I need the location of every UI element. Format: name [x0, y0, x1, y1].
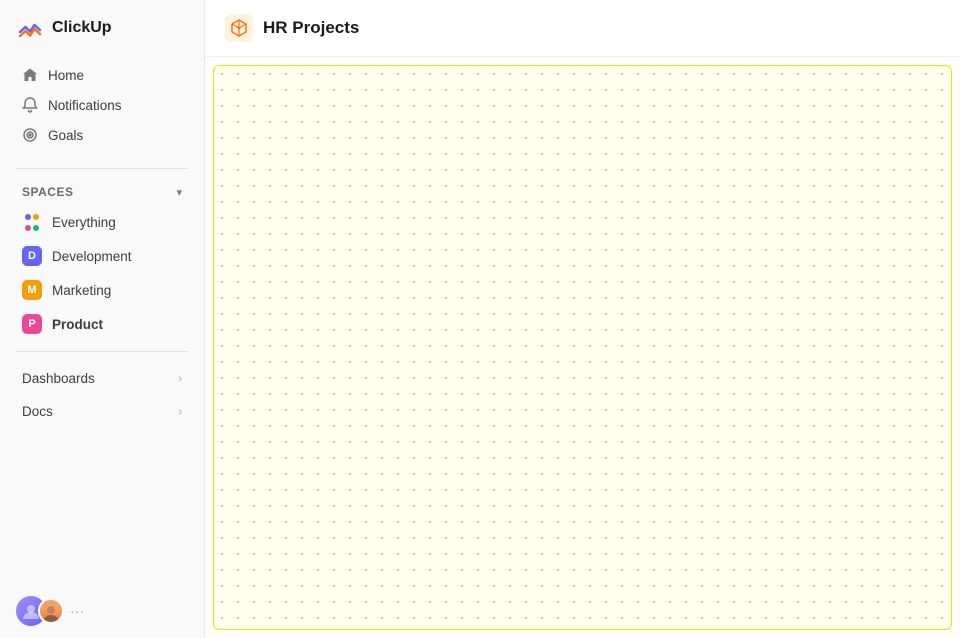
- docs-label: Docs: [22, 404, 53, 419]
- everything-label: Everything: [52, 215, 116, 230]
- logo-text: ClickUp: [52, 19, 112, 37]
- footer-menu-dots: ···: [70, 603, 84, 619]
- hr-projects-icon: [225, 14, 253, 42]
- spaces-label: Spaces: [22, 185, 73, 199]
- sidebar-item-marketing[interactable]: M Marketing: [6, 273, 198, 307]
- sidebar-item-docs[interactable]: Docs ›: [6, 395, 198, 428]
- sidebar-item-development[interactable]: D Development: [6, 239, 198, 273]
- home-icon: [22, 67, 38, 83]
- goals-label: Goals: [48, 128, 83, 143]
- sidebar-navigation: Home Notifications Goals: [0, 52, 204, 158]
- sidebar-item-product[interactable]: P Product: [6, 307, 198, 341]
- sidebar: ClickUp Home Notifications Goals: [0, 0, 205, 638]
- avatar-face: [40, 600, 62, 622]
- divider-2: [16, 351, 188, 352]
- product-badge: P: [22, 314, 42, 334]
- sidebar-logo[interactable]: ClickUp: [0, 0, 204, 52]
- dashboards-label: Dashboards: [22, 371, 95, 386]
- sidebar-item-home[interactable]: Home: [6, 60, 198, 90]
- spaces-chevron-icon: ▾: [176, 186, 182, 199]
- notifications-label: Notifications: [48, 98, 122, 113]
- sidebar-item-notifications[interactable]: Notifications: [6, 90, 198, 120]
- marketing-badge: M: [22, 280, 42, 300]
- home-label: Home: [48, 68, 84, 83]
- sidebar-footer: ···: [0, 584, 204, 638]
- clickup-logo-icon: [16, 14, 44, 42]
- main-header: HR Projects: [205, 0, 960, 57]
- spaces-header[interactable]: Spaces ▾: [6, 179, 198, 205]
- sidebar-item-dashboards[interactable]: Dashboards ›: [6, 362, 198, 395]
- docs-chevron-icon: ›: [178, 406, 182, 418]
- sidebar-item-everything[interactable]: Everything: [6, 205, 198, 239]
- user-avatar-area[interactable]: ···: [16, 596, 84, 626]
- development-label: Development: [52, 249, 132, 264]
- avatar-inner: [38, 598, 64, 624]
- development-badge: D: [22, 246, 42, 266]
- divider-1: [16, 168, 188, 169]
- product-label: Product: [52, 317, 103, 332]
- bell-icon: [22, 97, 38, 113]
- page-title: HR Projects: [263, 18, 359, 38]
- dashboards-chevron-icon: ›: [178, 373, 182, 385]
- main-content: HR Projects: [205, 0, 960, 638]
- main-dotted-canvas[interactable]: [213, 65, 952, 630]
- sidebar-item-goals[interactable]: Goals: [6, 120, 198, 150]
- everything-icon: [22, 212, 42, 232]
- target-icon: [22, 127, 38, 143]
- marketing-label: Marketing: [52, 283, 111, 298]
